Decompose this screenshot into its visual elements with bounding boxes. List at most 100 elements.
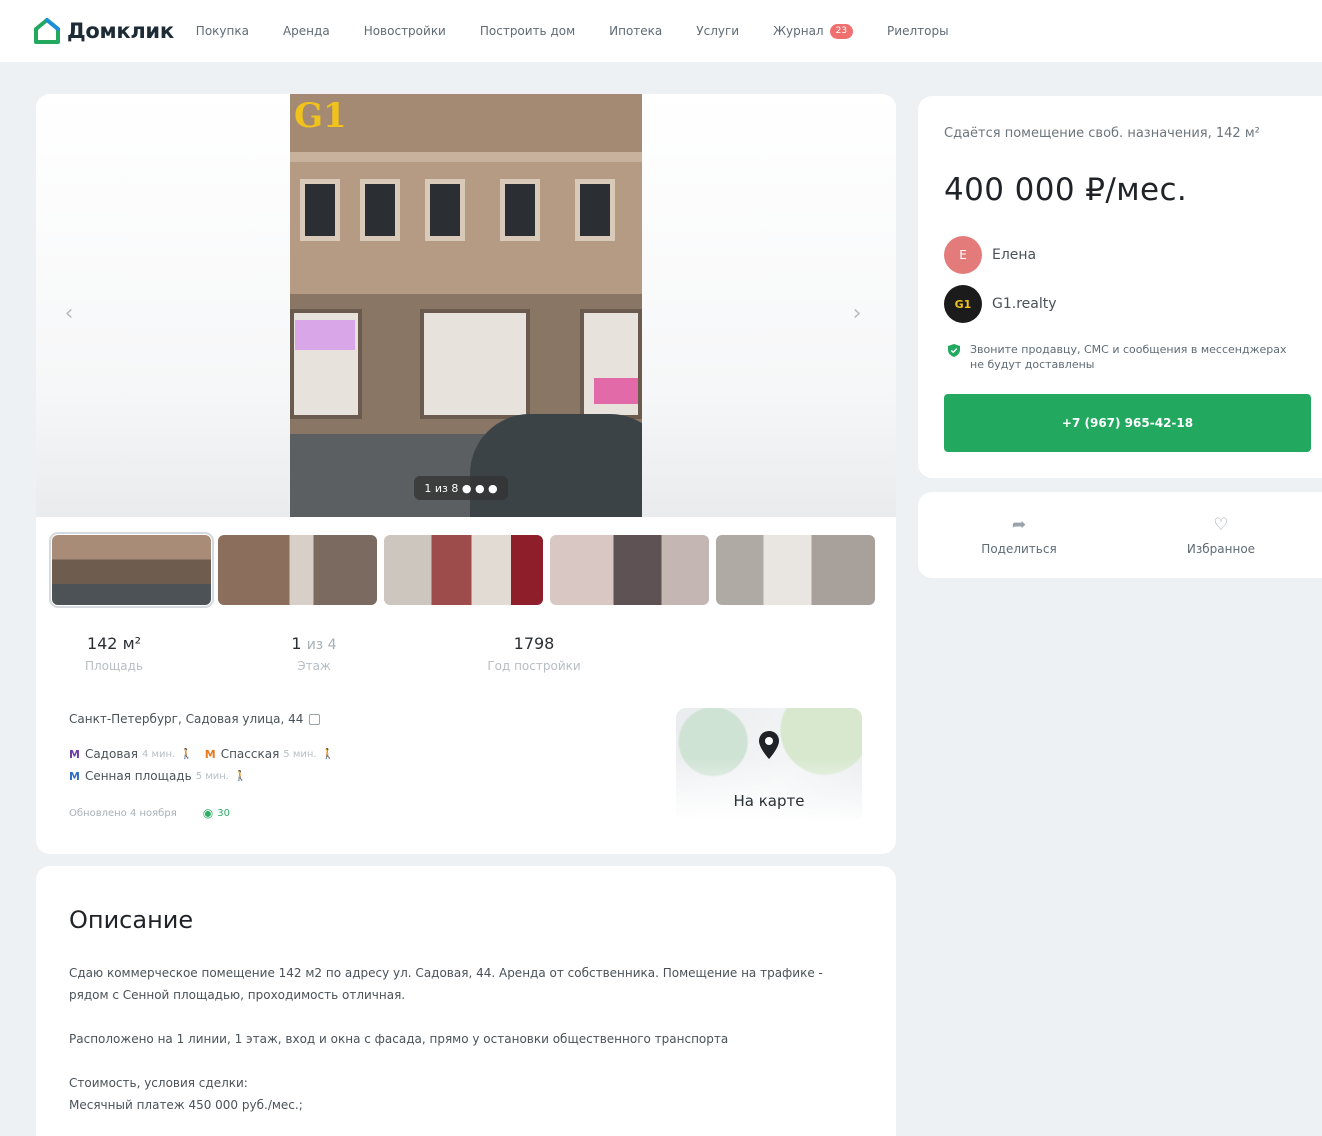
metro-icon: М (69, 747, 80, 761)
main-photo[interactable]: G1 (290, 94, 642, 517)
company-logo: G1 (944, 285, 982, 323)
journal-badge: 23 (829, 23, 854, 39)
agent-name: Елена (992, 247, 1037, 263)
address-line: Санкт-Петербург, Садовая улица, 44 (69, 712, 321, 726)
description-body: Сдаю коммерческое помещение 142 м2 по ад… (69, 962, 829, 1116)
nav-label: Журнал (773, 24, 824, 38)
nav-item-buy[interactable]: Покупка (196, 24, 249, 38)
heart-icon: ♡ (1213, 515, 1229, 535)
chevron-left-icon[interactable]: ‹ (54, 298, 84, 328)
photo-counter: 1 из 8 ● ● ● (414, 476, 508, 500)
share-label: Поделиться (981, 542, 1057, 556)
stat-label: Год постройки (487, 659, 581, 673)
stat-year: 1798 Год постройки (459, 634, 609, 673)
offer-card: Сдаётся помещение своб. назначения, 142 … (918, 96, 1322, 478)
agent-company[interactable]: G1 G1.realty (944, 285, 1057, 323)
top-navigation-bar: Домклик Покупка Аренда Новостройки Постр… (0, 0, 1322, 62)
description-paragraph: Месячный платеж 450 000 руб./мес.; (69, 1098, 303, 1112)
share-button[interactable]: ➦ Поделиться (918, 492, 1120, 578)
metro-time: 5 мин. (195, 770, 229, 782)
thumbnail[interactable] (550, 535, 709, 605)
thumbnail[interactable] (49, 532, 214, 608)
nav-item-services[interactable]: Услуги (696, 24, 739, 38)
neon-sign (594, 378, 638, 404)
thumbnail[interactable] (218, 535, 377, 605)
stat-suffix: из 4 (306, 637, 337, 653)
stat-label: Этаж (297, 659, 331, 673)
offer-price: 400 000 ₽/мес. (944, 172, 1188, 208)
metro-row: М Садовая 4 мин. 🚶 М Спасская 5 мин. 🚶 (69, 743, 346, 765)
parked-car (470, 414, 642, 517)
photo-gallery: ‹ G1 1 из 8 ● ● ● › (36, 94, 896, 517)
nav-item-new-buildings[interactable]: Новостройки (364, 24, 446, 38)
facade-window (425, 179, 465, 241)
stat-value: 142 м² (69, 634, 159, 653)
call-notice: Звоните продавцу, СМС и сообщения в месс… (948, 342, 1290, 372)
thumbnail[interactable] (384, 535, 543, 605)
map-fade (676, 758, 862, 820)
map-pin-icon (759, 731, 779, 759)
logo-link[interactable]: Домклик (34, 18, 174, 44)
updated-date: Обновлено 4 ноября (69, 807, 177, 819)
stat-number: 1 (291, 634, 302, 653)
property-stats: 142 м² Площадь 1 из 4 Этаж 1798 Год пост… (69, 634, 609, 673)
chevron-right-icon[interactable]: › (842, 298, 872, 328)
nav-item-journal[interactable]: Журнал 23 (773, 23, 854, 39)
map-label: На карте (733, 792, 805, 810)
offer-title: Сдаётся помещение своб. назначения, 142 … (944, 126, 1260, 141)
facade-window (300, 179, 340, 241)
facade-cornice (290, 152, 642, 162)
metro-icon: М (204, 747, 216, 761)
nav-label: Ипотека (609, 24, 663, 38)
metro-station: М Сенная площадь 5 мин. 🚶 (69, 769, 246, 783)
nav-item-build-house[interactable]: Построить дом (480, 24, 575, 38)
metro-station: М Спасская 5 мин. 🚶 (205, 747, 334, 761)
call-button[interactable]: +7 (967) 965-42-18 (944, 394, 1311, 452)
metro-row: М Сенная площадь 5 мин. 🚶 (69, 765, 346, 787)
thumbnail-strip (49, 532, 882, 608)
nav-label: Построить дом (479, 24, 576, 38)
company-name: G1.realty (992, 296, 1057, 312)
facade-window (360, 179, 400, 241)
shield-check-icon (948, 344, 960, 357)
nav-label: Новостройки (363, 24, 446, 38)
eye-icon: ◉ (202, 806, 214, 820)
description-title: Описание (69, 906, 194, 934)
stat-value: 1798 (459, 634, 609, 653)
favorite-button[interactable]: ♡ Избранное (1120, 492, 1322, 578)
agent-person[interactable]: Е Елена (944, 236, 1036, 274)
metro-name: Садовая (84, 747, 138, 761)
stat-value: 1 из 4 (269, 634, 359, 653)
description-paragraph: Стоимость, условия сделки: (69, 1076, 248, 1090)
nav-item-mortgage[interactable]: Ипотека (609, 24, 662, 38)
thumbnail[interactable] (716, 535, 875, 605)
house-logo-icon (34, 18, 60, 44)
metro-time: 5 мин. (283, 748, 317, 760)
listing-card: ‹ G1 1 из 8 ● ● ● › 142 м² Площадь 1 из … (36, 94, 896, 854)
actions-card: ➦ Поделиться ♡ Избранное (918, 492, 1322, 578)
facade-window (500, 179, 540, 241)
stat-area: 142 м² Площадь (69, 634, 159, 673)
metro-station: М Садовая 4 мин. 🚶 (69, 747, 193, 761)
copy-icon[interactable] (309, 713, 321, 725)
neon-sign (295, 320, 355, 350)
walk-icon: 🚶 (180, 748, 193, 760)
nav-item-realtors[interactable]: Риелторы (887, 24, 949, 38)
walk-icon: 🚶 (234, 770, 247, 782)
views-counter: ◉ 30 (203, 806, 230, 820)
update-info: Обновлено 4 ноября ◉ 30 (69, 806, 230, 820)
main-menu: Покупка Аренда Новостройки Построить дом… (196, 23, 983, 39)
brand-name: Домклик (67, 19, 174, 43)
stat-number: 142 м² (86, 634, 142, 653)
metro-icon: М (69, 769, 80, 783)
address-text: Санкт-Петербург, Садовая улица, 44 (69, 712, 304, 726)
facade-window (575, 179, 615, 241)
avatar: Е (944, 236, 982, 274)
views-count: 30 (217, 807, 230, 819)
stat-floor: 1 из 4 Этаж (269, 634, 359, 673)
nav-item-rent[interactable]: Аренда (283, 24, 330, 38)
shop-window (420, 309, 530, 419)
description-paragraph: Сдаю коммерческое помещение 142 м2 по ад… (69, 966, 823, 1002)
store-sign: G1 (294, 96, 347, 136)
map-preview[interactable]: На карте (676, 708, 862, 820)
